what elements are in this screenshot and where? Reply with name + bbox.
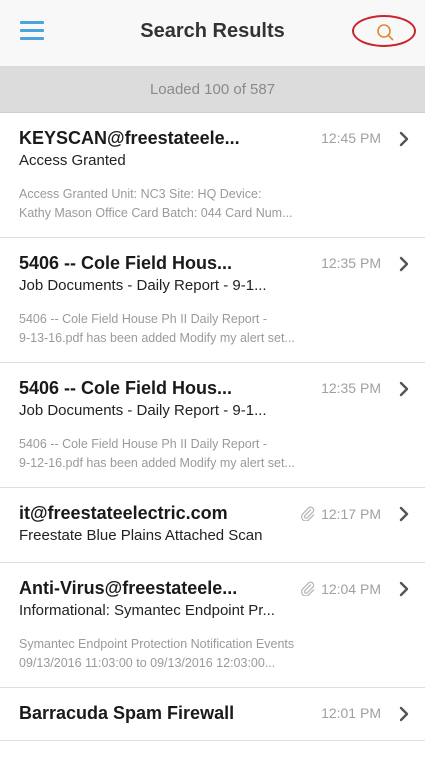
result-preview — [0, 546, 425, 562]
result-subject: Access Granted — [19, 152, 126, 169]
chevron-right-icon — [399, 581, 409, 597]
chevron-right-icon — [399, 506, 409, 522]
result-time-text: 12:35 PM — [321, 255, 381, 271]
result-time: 12:35 PM — [321, 380, 381, 396]
result-time: 12:45 PM — [321, 130, 381, 146]
result-preview-line: 09/13/2016 11:03:00 to 09/13/2016 12:03:… — [19, 656, 276, 670]
result-time-text: 12:01 PM — [321, 705, 381, 721]
result-preview-line: 5406 -- Cole Field House Ph II Daily Rep… — [19, 312, 268, 326]
hamburger-menu-icon[interactable] — [20, 20, 44, 42]
result-time-text: 12:17 PM — [321, 506, 381, 522]
result-preview-line: Symantec Endpoint Protection Notificatio… — [19, 637, 295, 651]
navigation-bar: Search Results — [0, 0, 425, 67]
result-preview-line: Kathy Mason Office Card Batch: 044 Card … — [19, 206, 293, 220]
result-subject: Job Documents - Daily Report - 9-1... — [19, 402, 267, 419]
paperclip-icon — [300, 506, 315, 521]
search-results-screen: Search Results Loaded 100 of 587 KEYSCAN… — [0, 0, 425, 759]
chevron-right-icon — [399, 131, 409, 147]
result-time: 12:35 PM — [321, 255, 381, 271]
results-list: KEYSCAN@freestateele... Access Granted 12:… — [0, 113, 425, 741]
result-time-text: 12:45 PM — [321, 130, 381, 146]
chevron-right-icon — [399, 256, 409, 272]
result-header: 5406 -- Cole Field Hous... Job Documents … — [0, 363, 425, 421]
result-subject: Informational: Symantec Endpoint Pr... — [19, 602, 275, 619]
result-subject: Job Documents - Daily Report - 9-1... — [19, 277, 267, 294]
result-list-item[interactable]: 5406 -- Cole Field Hous... Job Documents … — [0, 238, 425, 363]
result-list-item[interactable]: it@freestateelectric.com Freestate Blue P… — [0, 488, 425, 563]
chevron-right-icon — [399, 381, 409, 397]
result-sender: 5406 -- Cole Field Hous... — [19, 253, 233, 273]
result-list-item[interactable]: Barracuda Spam Firewall 12:01 PM — [0, 688, 425, 741]
result-time: 12:17 PM — [299, 505, 381, 522]
result-header: 5406 -- Cole Field Hous... Job Documents … — [0, 238, 425, 296]
result-preview — [0, 724, 425, 740]
loaded-count-text: Loaded 100 of 587 — [149, 81, 276, 98]
result-preview: Access Granted Unit: NC3 Site: HQ Device… — [0, 171, 425, 237]
result-subject: Freestate Blue Plains Attached Scan — [19, 527, 263, 544]
result-preview: 5406 -- Cole Field House Ph II Daily Rep… — [0, 296, 425, 362]
result-preview: 5406 -- Cole Field House Ph II Daily Rep… — [0, 421, 425, 487]
result-sender: 5406 -- Cole Field Hous... — [19, 378, 233, 398]
result-time: 12:01 PM — [321, 705, 381, 721]
result-preview-line: Access Granted Unit: NC3 Site: HQ Device… — [19, 187, 262, 201]
result-header: Barracuda Spam Firewall 12:01 PM — [0, 688, 425, 724]
search-button[interactable] — [352, 15, 416, 47]
search-icon — [377, 24, 394, 41]
chevron-right-icon — [399, 706, 409, 722]
result-time: 12:04 PM — [299, 580, 381, 597]
result-preview-line: 9-12-16.pdf has been added Modify my ale… — [19, 456, 295, 470]
result-list-item[interactable]: 5406 -- Cole Field Hous... Job Documents … — [0, 363, 425, 488]
result-preview: Symantec Endpoint Protection Notificatio… — [0, 621, 425, 687]
result-header: it@freestateelectric.com Freestate Blue P… — [0, 488, 425, 546]
result-time-text: 12:04 PM — [321, 581, 381, 597]
result-header: KEYSCAN@freestateele... Access Granted 12:… — [0, 113, 425, 171]
loaded-count-banner: Loaded 100 of 587 — [0, 67, 425, 113]
result-list-item[interactable]: KEYSCAN@freestateele... Access Granted 12:… — [0, 113, 425, 238]
result-list-item[interactable]: Anti-Virus@freestateele... Informational:… — [0, 563, 425, 688]
result-preview-line: 5406 -- Cole Field House Ph II Daily Rep… — [19, 437, 268, 451]
paperclip-icon — [300, 581, 315, 596]
result-sender: KEYSCAN@freestateele... — [19, 128, 240, 148]
result-sender: Barracuda Spam Firewall — [19, 703, 235, 723]
result-time-text: 12:35 PM — [321, 380, 381, 396]
result-header: Anti-Virus@freestateele... Informational:… — [0, 563, 425, 621]
result-preview-line: 9-13-16.pdf has been added Modify my ale… — [19, 331, 295, 345]
